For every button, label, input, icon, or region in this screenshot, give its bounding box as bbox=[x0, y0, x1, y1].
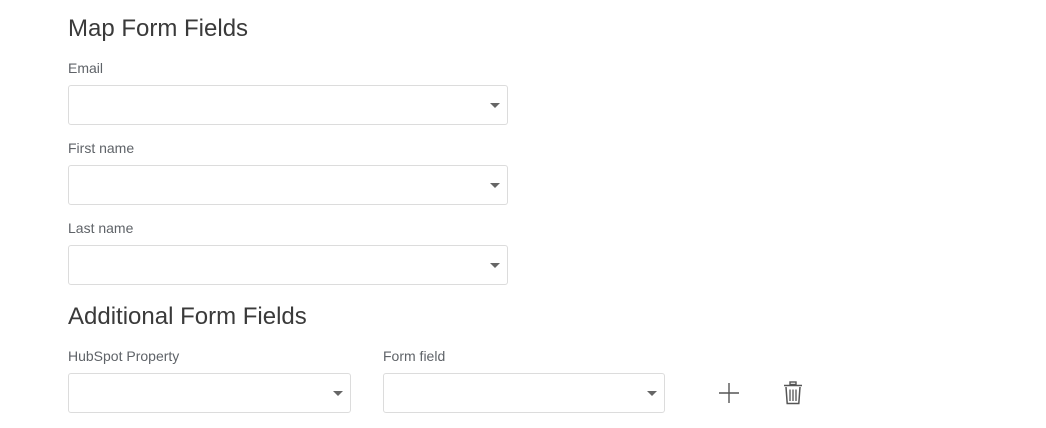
plus-icon bbox=[719, 383, 739, 403]
chevron-down-icon bbox=[490, 183, 500, 188]
form-field-select[interactable] bbox=[383, 373, 665, 413]
additional-form-fields-title: Additional Form Fields bbox=[68, 303, 307, 330]
email-label: Email bbox=[68, 60, 104, 76]
last-name-label: Last name bbox=[68, 220, 134, 236]
form-field-label: Form field bbox=[383, 348, 446, 364]
form-mapping-page: Map Form Fields Email First name Last na… bbox=[0, 0, 1046, 428]
delete-field-button[interactable] bbox=[779, 379, 807, 407]
first-name-label: First name bbox=[68, 140, 135, 156]
chevron-down-icon bbox=[647, 391, 657, 396]
trash-icon bbox=[784, 381, 802, 405]
map-form-fields-title: Map Form Fields bbox=[68, 15, 249, 42]
chevron-down-icon bbox=[490, 263, 500, 268]
chevron-down-icon bbox=[333, 391, 343, 396]
email-select[interactable] bbox=[68, 85, 508, 125]
hubspot-property-select[interactable] bbox=[68, 373, 351, 413]
last-name-select[interactable] bbox=[68, 245, 508, 285]
hubspot-property-label: HubSpot Property bbox=[68, 348, 180, 364]
add-field-button[interactable] bbox=[715, 379, 743, 407]
first-name-select[interactable] bbox=[68, 165, 508, 205]
chevron-down-icon bbox=[490, 103, 500, 108]
